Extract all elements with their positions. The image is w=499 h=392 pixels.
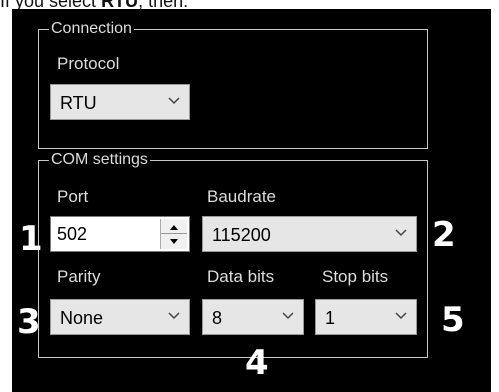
stop-bits-select[interactable]: 1 [315,299,417,335]
port-spinbox[interactable]: 502 [50,216,190,252]
baudrate-value: 115200 [212,225,271,245]
parity-label: Parity [57,267,101,286]
data-bits-select[interactable]: 8 [202,299,304,335]
data-bits-label: Data bits [207,267,275,286]
port-value: 502 [57,224,88,244]
chevron-down-icon [282,312,294,320]
callout-4: 4 [245,343,269,383]
protocol-select[interactable]: RTU [50,84,190,120]
protocol-label: Protocol [57,54,120,73]
settings-panel: Connection Protocol RTU COM settings Por… [12,9,491,392]
callout-2: 2 [432,215,456,255]
arrow-down-icon [170,239,178,244]
com-settings-group-title: COM settings [49,151,150,169]
data-bits-value: 8 [212,308,223,328]
parity-select[interactable]: None [50,299,190,335]
callout-1: 1 [19,219,43,259]
chevron-down-icon [168,97,180,105]
spin-down-button[interactable] [161,234,187,249]
chevron-down-icon [395,229,407,237]
parity-value: None [60,308,104,328]
stop-bits-value: 1 [325,308,336,328]
port-label: Port [57,187,89,206]
spin-up-button[interactable] [161,219,187,234]
stop-bits-label: Stop bits [322,267,389,286]
baudrate-select[interactable]: 115200 [202,216,417,252]
baudrate-label: Baudrate [207,187,276,206]
protocol-value: RTU [60,93,97,113]
port-spin-buttons [160,219,187,249]
chevron-down-icon [395,312,407,320]
connection-group-title: Connection [49,20,134,38]
callout-5: 5 [441,300,465,340]
arrow-up-icon [170,225,178,230]
chevron-down-icon [168,312,180,320]
callout-3: 3 [17,302,41,342]
